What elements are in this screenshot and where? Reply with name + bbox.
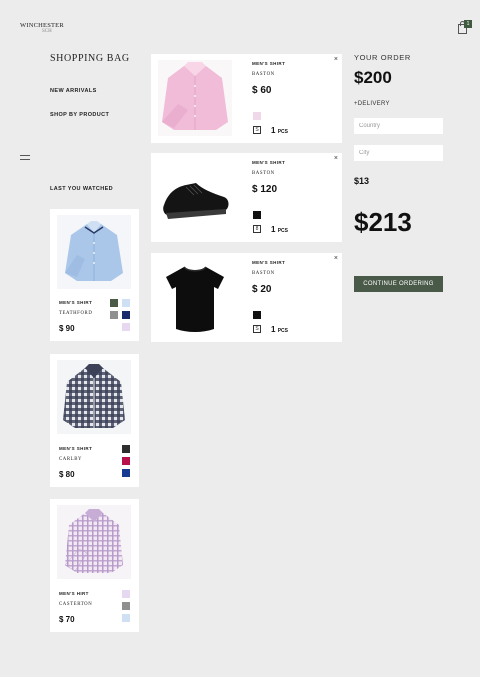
product-price: $ 70 — [59, 615, 75, 624]
brand-logo[interactable]: WINCHESTER SCH — [20, 20, 64, 34]
remove-item-button[interactable]: × — [334, 155, 338, 162]
delivery-label: +DELIVERY — [354, 101, 390, 107]
cart-item-price: $ 60 — [252, 85, 272, 96]
cart-item-model: BASTON — [252, 271, 275, 276]
color-swatch-light-blue[interactable] — [122, 299, 130, 307]
watched-item-card[interactable]: MEN'S HIRT CASTERTON $ 70 — [50, 499, 139, 632]
cart-item-model: BASTON — [252, 171, 275, 176]
cart-item-price: $ 120 — [252, 184, 278, 195]
cart-item-color-swatch — [253, 112, 261, 120]
logo-subtext: SCH — [42, 29, 52, 34]
product-image-black-tshirt — [158, 259, 232, 335]
color-swatch-gray[interactable] — [122, 602, 130, 610]
color-swatch-light-blue[interactable] — [122, 614, 130, 622]
cart-item-price: $ 20 — [252, 284, 272, 295]
cart-item-name: MEN'S SHIRT — [252, 61, 286, 66]
quantity-value: 1 — [271, 325, 276, 334]
logo-text: WINCHESTER — [20, 22, 64, 29]
cart-item-model: BASTON — [252, 72, 275, 77]
color-swatch-lavender[interactable] — [122, 323, 130, 331]
order-summary-title: YOUR ORDER — [354, 53, 411, 62]
cart-item-color-swatch — [253, 211, 261, 219]
product-model: TEATHFORD — [59, 311, 93, 316]
size-selector[interactable]: S — [253, 325, 261, 333]
size-selector[interactable]: S — [253, 126, 261, 134]
delivery-cost: $13 — [354, 176, 370, 186]
product-name: MEN'S HIRT — [59, 591, 89, 596]
watched-item-card[interactable]: MEN'S SHIRT CARLBY $ 80 — [50, 354, 139, 487]
country-input[interactable] — [354, 118, 443, 134]
last-watched-title: LAST YOU WATCHED — [50, 186, 114, 192]
hamburger-menu-icon[interactable] — [20, 155, 30, 160]
cart-item-card: × MEN'S SHIRT BASTON $ 120 8 1 PCS — [151, 153, 342, 242]
quantity-value: 1 — [271, 126, 276, 135]
continue-ordering-button[interactable]: CONTINUE ORDERING — [354, 276, 443, 292]
watched-item-card[interactable]: MEN'S SHIRT TEATHFORD $ 90 — [50, 209, 139, 341]
quantity-value: 1 — [271, 225, 276, 234]
product-price: $ 90 — [59, 324, 75, 333]
product-image-blue-shirt — [57, 215, 131, 289]
color-swatch-navy[interactable] — [122, 311, 130, 319]
quantity-unit: PCS — [277, 228, 288, 234]
nav-new-arrivals[interactable]: NEW ARRIVALS — [50, 88, 97, 94]
color-swatch-black[interactable] — [122, 445, 130, 453]
product-model: CASTERTON — [59, 602, 93, 607]
cart-item-name: MEN'S SHIRT — [252, 260, 286, 265]
product-name: MEN'S SHIRT — [59, 300, 93, 305]
product-model: CARLBY — [59, 457, 83, 462]
color-swatch-green[interactable] — [110, 299, 118, 307]
color-swatch-crimson[interactable] — [122, 457, 130, 465]
order-total: $213 — [354, 207, 412, 237]
cart-item-card: × MEN'S SHIRT BASTON $ 20 S 1 PCS — [151, 253, 342, 342]
color-swatch-blue[interactable] — [122, 469, 130, 477]
nav-shop-by-product[interactable]: SHOP BY PRODUCT — [50, 112, 109, 118]
remove-item-button[interactable]: × — [334, 56, 338, 63]
cart-item-name: MEN'S SHIRT — [252, 160, 286, 165]
cart-count-badge: 1 — [464, 20, 472, 28]
product-name: MEN'S SHIRT — [59, 446, 93, 451]
quantity-unit: PCS — [277, 328, 288, 334]
product-image-black-shoe — [158, 159, 232, 235]
size-selector[interactable]: 8 — [253, 225, 261, 233]
quantity-display[interactable]: 1 PCS — [271, 126, 288, 135]
order-subtotal: $200 — [354, 68, 392, 87]
product-image-purple-check-shirt — [57, 505, 131, 579]
quantity-display[interactable]: 1 PCS — [271, 325, 288, 334]
cart-item-color-swatch — [253, 311, 261, 319]
remove-item-button[interactable]: × — [334, 255, 338, 262]
page-title: SHOPPING BAG — [50, 53, 130, 64]
city-input[interactable] — [354, 145, 443, 161]
product-price: $ 80 — [59, 470, 75, 479]
product-image-pink-shirt — [158, 60, 232, 136]
product-image-check-shirt — [57, 360, 131, 434]
quantity-display[interactable]: 1 PCS — [271, 225, 288, 234]
color-swatch-lavender[interactable] — [122, 590, 130, 598]
color-swatch-gray[interactable] — [110, 311, 118, 319]
cart-item-card: × MEN'S SHIRT BASTON $ 60 S 1 PCS — [151, 54, 342, 143]
quantity-unit: PCS — [277, 129, 288, 135]
